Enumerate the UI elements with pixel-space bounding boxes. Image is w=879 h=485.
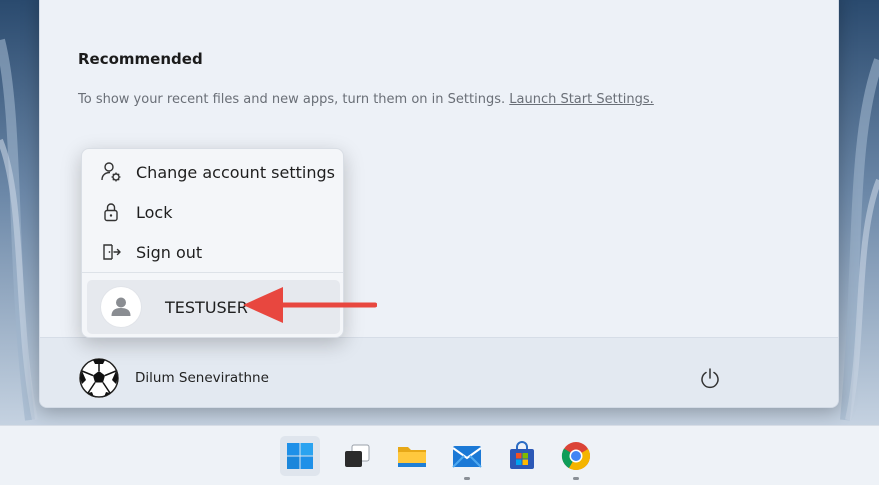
change-account-settings-label: Change account settings [136, 162, 335, 182]
power-button[interactable] [696, 364, 724, 392]
file-explorer-icon[interactable] [392, 436, 432, 476]
task-view-icon[interactable] [337, 436, 377, 476]
change-account-settings-item[interactable]: Change account settings [86, 153, 341, 191]
lock-icon [100, 201, 122, 223]
lock-label: Lock [136, 202, 173, 222]
testuser-label: TESTUSER [165, 297, 248, 317]
sign-out-item[interactable]: Sign out [86, 233, 341, 271]
recommended-title: Recommended [78, 50, 203, 68]
lock-item[interactable]: Lock [86, 193, 341, 231]
sign-out-icon [100, 241, 122, 263]
running-indicator [464, 477, 470, 480]
taskbar [0, 425, 879, 485]
launch-start-settings-link[interactable]: Launch Start Settings. [509, 92, 654, 107]
recommended-text: To show your recent files and new apps, … [78, 92, 506, 107]
running-indicator [573, 477, 579, 480]
menu-divider [82, 272, 343, 273]
current-user-name[interactable]: Dilum Senevirathne [135, 370, 269, 386]
power-icon [701, 368, 719, 389]
person-icon [101, 287, 141, 327]
recommended-message: To show your recent files and new apps, … [78, 92, 654, 107]
person-gear-icon [100, 161, 122, 183]
mail-icon[interactable] [447, 436, 487, 476]
annotation-arrow-icon [243, 287, 377, 323]
sign-out-label: Sign out [136, 242, 203, 262]
soccer-ball-icon[interactable] [79, 358, 119, 398]
start-icon[interactable] [280, 436, 320, 476]
microsoft-store-icon[interactable] [502, 436, 542, 476]
chrome-icon[interactable] [556, 436, 596, 476]
